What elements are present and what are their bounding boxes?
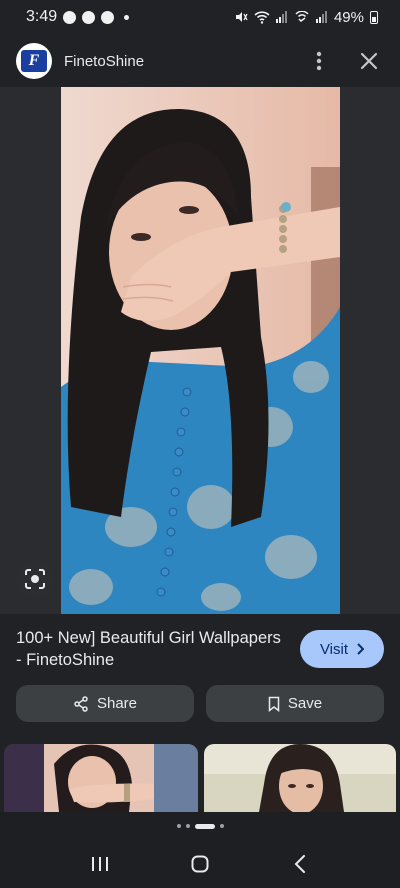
status-time: 3:49 [26, 8, 58, 25]
page-dot [176, 824, 181, 828]
wifi-calling-icon [295, 10, 309, 22]
battery-icon [370, 10, 378, 24]
visit-button[interactable]: Visit [300, 630, 384, 668]
mute-icon [235, 12, 248, 22]
wifi-icon [254, 10, 270, 24]
site-logo[interactable]: F [16, 43, 52, 79]
related-images [0, 744, 400, 812]
action-row: Share Save [16, 685, 384, 723]
status-left: 3:49 [26, 8, 130, 26]
status-right: 49% [234, 9, 378, 26]
bookmark-icon [268, 696, 280, 712]
save-label: Save [287, 695, 323, 712]
save-button[interactable]: Save [206, 685, 384, 722]
visit-label: Visit [319, 640, 349, 658]
recents-button[interactable] [80, 844, 120, 884]
home-button[interactable] [180, 844, 220, 884]
battery-percent: 49% [333, 8, 364, 26]
recents-icon [92, 857, 108, 871]
snapchat-icon [101, 10, 115, 24]
lens-search-button[interactable] [16, 560, 54, 598]
lens-icon [25, 569, 45, 589]
share-label: Share [96, 695, 138, 712]
facebook-icon [82, 10, 96, 24]
share-button[interactable]: Share [16, 685, 194, 722]
related-image-2[interactable] [204, 744, 396, 812]
facebook-icon [63, 10, 77, 24]
home-icon [191, 855, 209, 873]
signal-icon [315, 11, 327, 23]
image-viewer [0, 87, 400, 614]
back-icon [294, 855, 305, 873]
notification-dot-icon [124, 14, 130, 20]
system-nav-bar [0, 840, 400, 888]
back-button[interactable] [280, 844, 320, 884]
result-header: F FinetoShine [0, 38, 400, 84]
site-logo-mark: F [21, 50, 47, 72]
page-dot [185, 824, 190, 828]
result-info: 100+ New] Beautiful Girl Wallpapers - Fi… [0, 624, 400, 674]
page-dot-active [194, 823, 215, 829]
close-icon[interactable] [354, 46, 384, 76]
signal-icon [275, 11, 287, 23]
chevron-right-icon [357, 643, 365, 655]
site-name[interactable]: FinetoShine [64, 53, 304, 70]
status-bar: 3:49 49% [0, 0, 400, 34]
main-image[interactable] [61, 87, 340, 614]
share-icon [74, 695, 88, 712]
related-image-1[interactable] [4, 744, 198, 812]
result-title[interactable]: 100+ New] Beautiful Girl Wallpapers - Fi… [16, 627, 300, 671]
page-dot [219, 824, 224, 828]
page-indicator [0, 812, 400, 840]
more-vert-icon[interactable] [304, 46, 334, 76]
